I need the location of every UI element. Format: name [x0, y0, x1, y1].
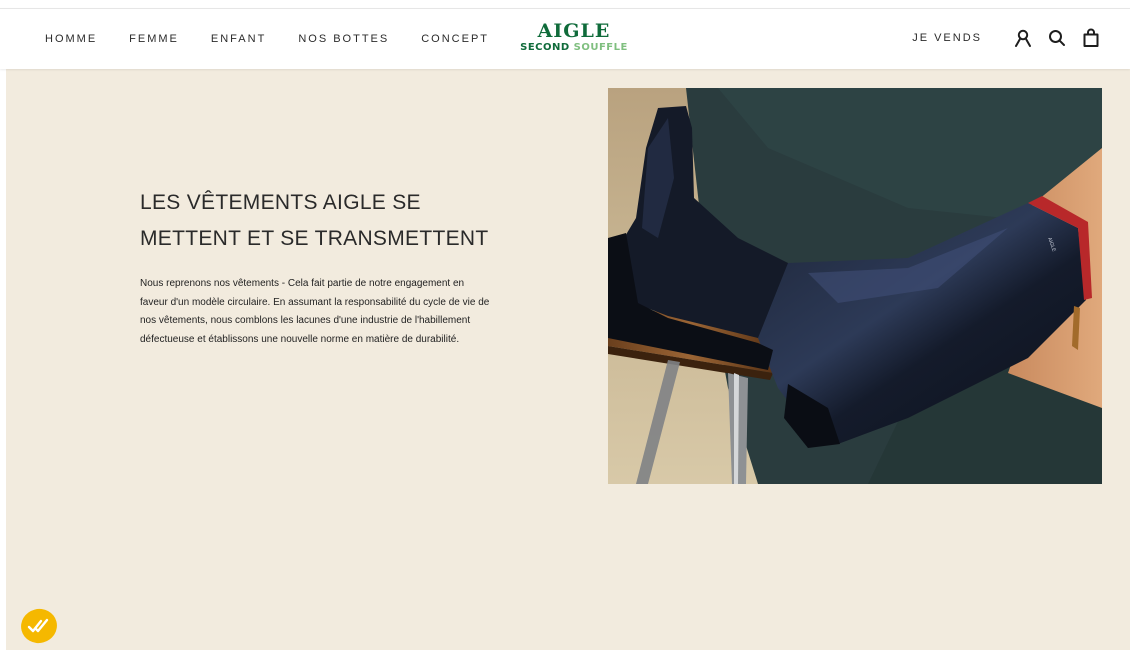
bag-icon[interactable] — [1080, 27, 1102, 49]
page: HOMME FEMME ENFANT NOS BOTTES CONCEPT AI… — [0, 0, 1130, 650]
nav-link-homme[interactable]: HOMME — [45, 33, 97, 45]
site-header: HOMME FEMME ENFANT NOS BOTTES CONCEPT AI… — [0, 8, 1130, 69]
sell-link[interactable]: JE VENDS — [912, 32, 982, 44]
search-icon[interactable] — [1046, 27, 1068, 49]
account-icon[interactable] — [1012, 27, 1034, 49]
logo-tagline: SECOND SOUFFLE — [519, 41, 629, 55]
main-nav: HOMME FEMME ENFANT NOS BOTTES CONCEPT — [45, 33, 521, 45]
nav-link-femme[interactable]: FEMME — [129, 33, 179, 45]
logo-tagline-souffle: SOUFFLE — [573, 42, 628, 53]
hero-title: LES VÊTEMENTS AIGLE SE METTENT ET SE TRA… — [140, 191, 489, 250]
checkmarks-badge-icon[interactable] — [20, 608, 58, 644]
header-actions: JE VENDS — [912, 27, 1102, 49]
hero-section: LES VÊTEMENTS AIGLE SE METTENT ET SE TRA… — [6, 69, 1130, 650]
hero-body: Nous reprenons nos vêtements - Cela fait… — [140, 278, 490, 345]
logo-tagline-second: SECOND — [520, 42, 570, 53]
nav-link-concept[interactable]: CONCEPT — [421, 33, 489, 45]
site-logo[interactable]: AIGLE SECOND SOUFFLE — [519, 21, 629, 55]
boot-photo: AIGLE — [608, 88, 1102, 484]
nav-link-nos-bottes[interactable]: NOS BOTTES — [298, 33, 389, 45]
nav-link-enfant[interactable]: ENFANT — [211, 33, 266, 45]
logo-wordmark: AIGLE — [537, 20, 611, 42]
